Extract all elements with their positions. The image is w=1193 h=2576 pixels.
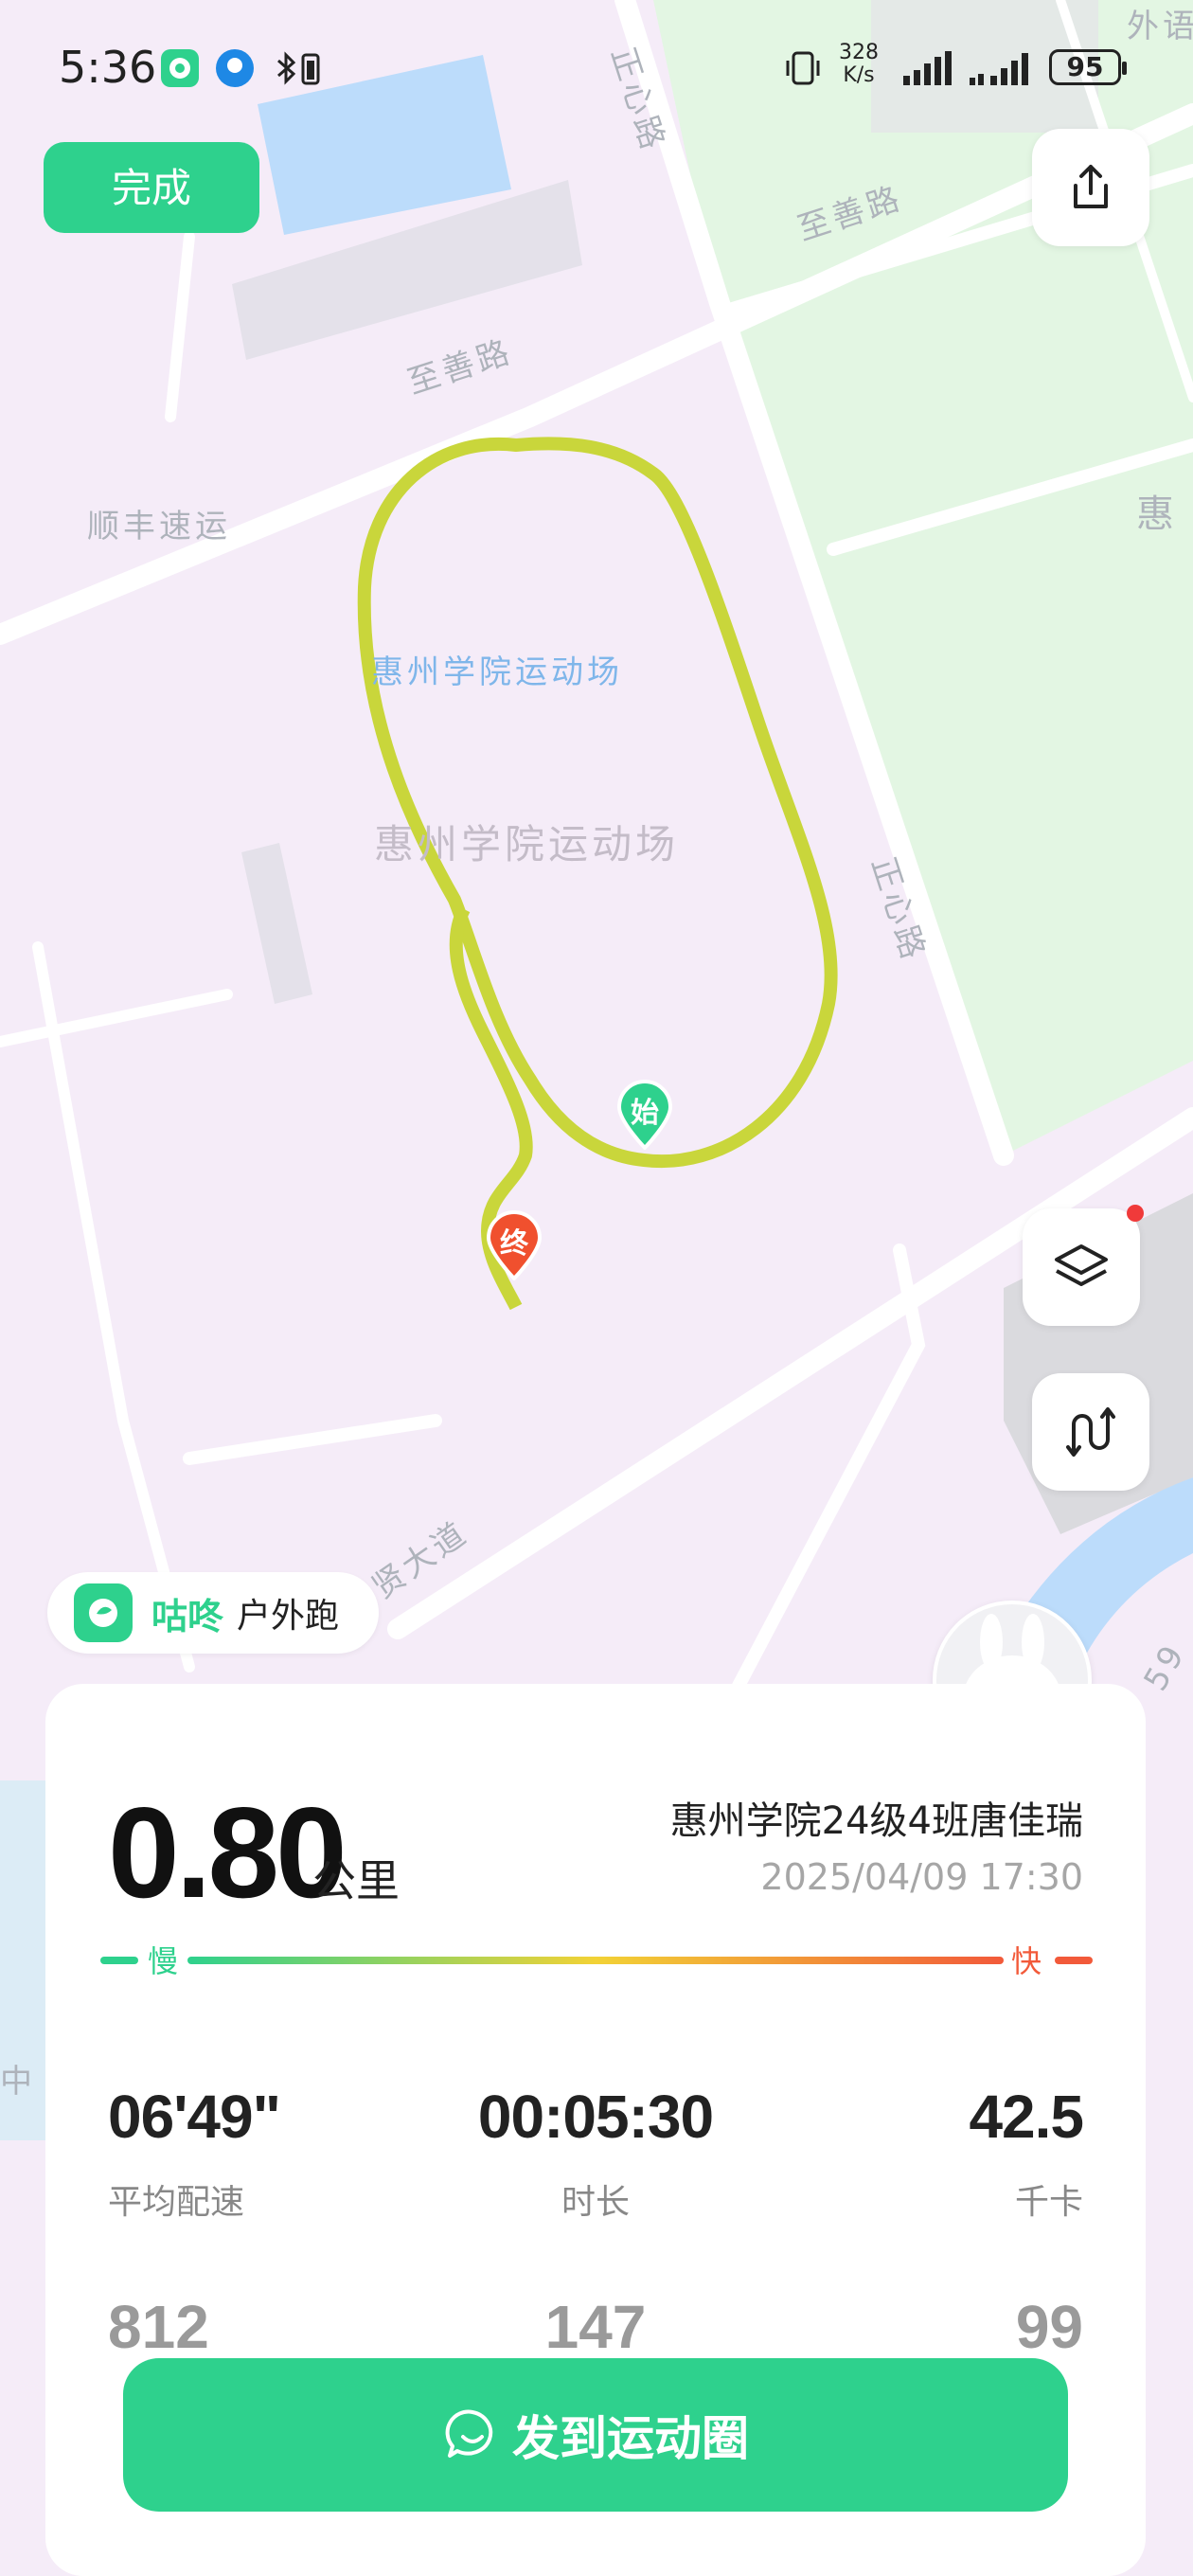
share-icon xyxy=(1074,165,1108,208)
status-bar: 5:36 328 K/s 95 xyxy=(0,38,1193,98)
post-to-feed-label: 发到运动圈 xyxy=(512,2412,749,2465)
signal-icon xyxy=(901,49,954,87)
brand-pill: 咕咚 户外跑 xyxy=(47,1572,379,1654)
map-label-poi: 顺丰速运 xyxy=(87,508,231,546)
route-toggle-button[interactable] xyxy=(1032,1373,1149,1491)
layers-button[interactable] xyxy=(1023,1205,1144,1326)
end-marker[interactable]: 终 xyxy=(485,1210,543,1281)
brand-name: 咕咚 xyxy=(151,1595,224,1637)
start-marker-label: 始 xyxy=(631,1097,659,1130)
map-label-venue: 惠州学院运动场 xyxy=(371,653,623,691)
calories-value: 42.5 xyxy=(969,2083,1084,2151)
calories-label: 千卡 xyxy=(1014,2183,1083,2222)
activity-type: 户外跑 xyxy=(237,1597,340,1636)
duration-label: 时长 xyxy=(561,2183,630,2222)
map-label-edge: 中 xyxy=(0,2063,36,2101)
start-marker[interactable]: 始 xyxy=(615,1080,674,1151)
distance-value: 0.80 xyxy=(108,1780,347,1924)
net-speed-value: 328 xyxy=(839,41,879,64)
net-speed: 328 K/s xyxy=(839,42,879,87)
distance-unit: 公里 xyxy=(312,1855,400,1906)
net-speed-unit: K/s xyxy=(843,63,875,87)
codoon-logo-icon xyxy=(74,1583,133,1642)
chat-bubble-icon xyxy=(445,2409,493,2458)
signal-icon xyxy=(968,49,1034,87)
map-label-edge: 惠 xyxy=(1136,492,1178,536)
map-label-venue: 惠州学院运动场 xyxy=(374,821,680,868)
activity-datetime: 2025/04/09 17:30 xyxy=(760,1856,1083,1898)
vibrate-icon xyxy=(782,49,820,87)
done-button[interactable]: 完成 xyxy=(44,142,259,233)
notification-dot xyxy=(1127,1205,1144,1222)
runner-name: 惠州学院24级4班唐佳瑞 xyxy=(669,1799,1083,1843)
route-toggle-icon xyxy=(1066,1407,1115,1457)
stat-row2-value: 147 xyxy=(544,2293,647,2361)
pace-slow-label: 慢 xyxy=(148,1943,179,1979)
share-export-button[interactable] xyxy=(1032,129,1149,246)
app-status-icon xyxy=(216,49,254,87)
wechat-status-icon xyxy=(161,49,199,87)
end-marker-label: 终 xyxy=(500,1227,528,1261)
pace-fast-label: 快 xyxy=(1010,1943,1042,1979)
stat-row2-value: 99 xyxy=(1015,2293,1083,2361)
battery-small-icon xyxy=(294,49,331,87)
pace-gradient-bar xyxy=(100,1957,1093,1964)
status-time: 5:36 xyxy=(59,42,157,93)
battery-indicator: 95 xyxy=(1049,49,1127,85)
layers-icon xyxy=(1055,1244,1108,1286)
post-to-feed-button[interactable]: 发到运动圈 xyxy=(123,2358,1068,2512)
